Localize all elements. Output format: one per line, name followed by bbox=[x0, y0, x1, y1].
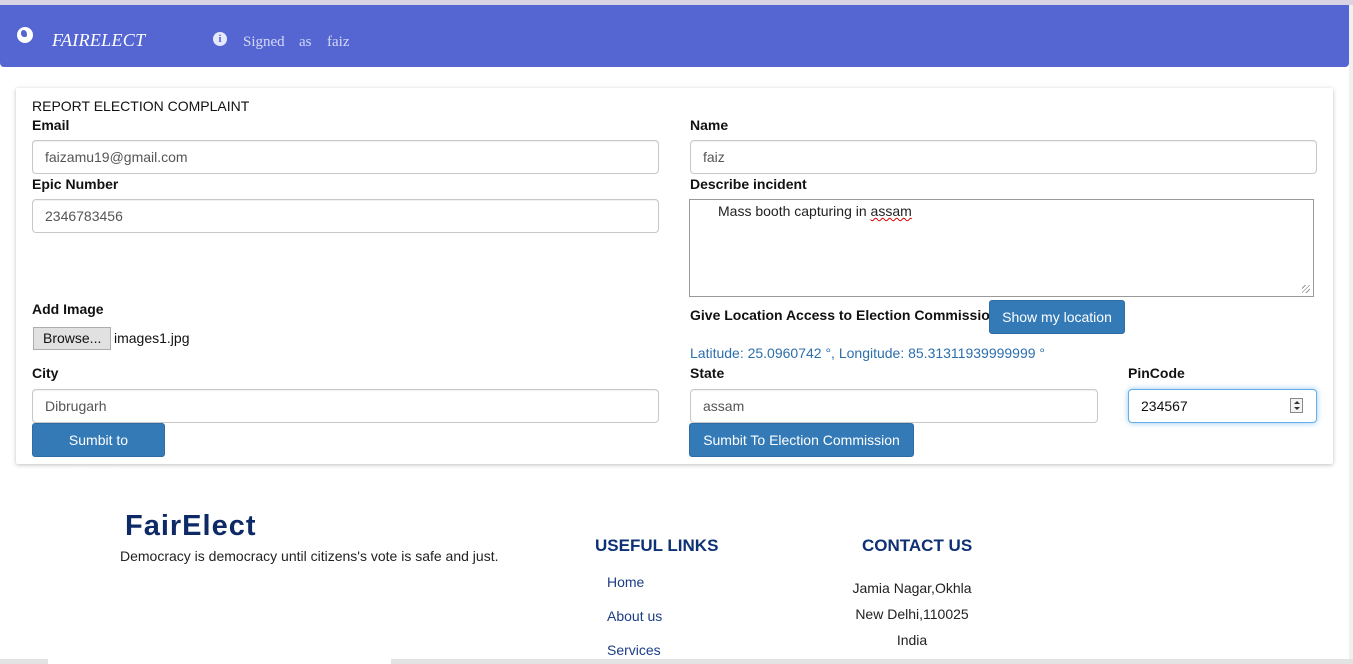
footer-link-services[interactable]: Services bbox=[607, 642, 661, 658]
navbar: FAIRELECT i Signed as faiz bbox=[0, 5, 1349, 67]
spellcheck-word: assam bbox=[870, 203, 912, 219]
pincode-label: PinCode bbox=[1128, 365, 1185, 381]
navbar-brand[interactable]: FAIRELECT bbox=[52, 30, 145, 51]
incident-textarea[interactable]: Mass booth capturing in assam bbox=[689, 199, 1314, 297]
epic-label: Epic Number bbox=[32, 176, 119, 192]
state-label: State bbox=[690, 365, 725, 381]
show-location-button[interactable]: Show my location bbox=[989, 300, 1125, 334]
footer-brand: FairElect bbox=[125, 510, 257, 542]
resize-grip-icon[interactable] bbox=[1302, 285, 1310, 293]
contact-country-line: India bbox=[896, 632, 928, 648]
username-label: faiz bbox=[327, 34, 350, 50]
vertical-scrollbar[interactable] bbox=[1349, 5, 1353, 659]
footer-tagline: Democracy is democracy until citizens's … bbox=[120, 548, 499, 564]
state-field[interactable]: assam bbox=[690, 389, 1098, 423]
submit-record-button[interactable]: Sumbit to Record bbox=[32, 423, 165, 480]
as-label: as bbox=[299, 34, 312, 50]
spinner-icon[interactable] bbox=[1290, 398, 1303, 413]
contact-city-line: New Delhi,110025 bbox=[855, 606, 969, 622]
useful-links-heading: USEFUL LINKS bbox=[595, 536, 719, 555]
pincode-field[interactable]: 234567 bbox=[1128, 389, 1317, 423]
contact-heading: CONTACT US bbox=[862, 536, 973, 555]
add-image-label: Add Image bbox=[32, 301, 104, 317]
city-label: City bbox=[32, 365, 59, 381]
incident-text: Mass booth capturing in bbox=[718, 203, 871, 219]
signed-label: Signed bbox=[243, 34, 285, 50]
form-title: REPORT ELECTION COMPLAINT bbox=[32, 98, 250, 114]
contact-address-line: Jamia Nagar,Okhla bbox=[852, 580, 972, 596]
selected-filename: images1.jpg bbox=[114, 330, 190, 346]
browse-button[interactable]: Browse... bbox=[33, 327, 112, 350]
email-label: Email bbox=[32, 117, 70, 133]
location-coordinates: Latitude: 25.0960742 °, Longitude: 85.31… bbox=[690, 345, 1046, 361]
city-field[interactable]: Dibrugarh bbox=[32, 389, 659, 423]
globe-icon[interactable] bbox=[17, 27, 33, 43]
epic-number-field[interactable]: 2346783456 bbox=[32, 199, 659, 233]
pincode-value: 234567 bbox=[1141, 398, 1188, 414]
info-icon: i bbox=[213, 32, 227, 46]
email-field[interactable]: faizamu19@gmail.com bbox=[32, 140, 659, 174]
name-field[interactable]: faiz bbox=[690, 140, 1317, 174]
footer-link-home[interactable]: Home bbox=[607, 574, 644, 590]
footer-link-about[interactable]: About us bbox=[607, 608, 662, 624]
horizontal-scrollbar-thumb[interactable] bbox=[48, 659, 391, 664]
name-label: Name bbox=[690, 117, 729, 133]
incident-label: Describe incident bbox=[690, 176, 807, 192]
location-label: Give Location Access to Election Commiss… bbox=[690, 307, 999, 323]
submit-commission-button[interactable]: Sumbit To Election Commission bbox=[689, 423, 914, 457]
